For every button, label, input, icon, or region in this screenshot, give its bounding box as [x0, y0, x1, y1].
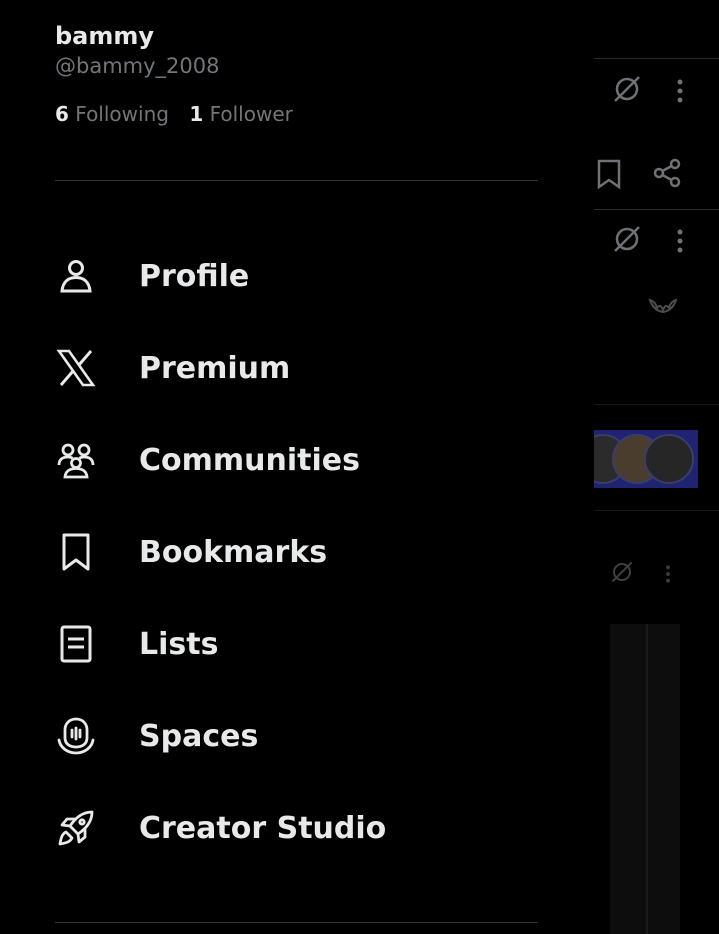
side-drawer: bammy @bammy_2008 6 Following 1 Follower… — [0, 0, 594, 934]
menu-label: Bookmarks — [139, 534, 328, 570]
followers-label: Follower — [209, 102, 293, 126]
menu-label: Premium — [139, 350, 291, 386]
menu-label: Lists — [139, 626, 219, 662]
divider — [594, 209, 719, 210]
bookmark-icon[interactable] — [596, 158, 622, 190]
bat-icon — [648, 296, 678, 314]
menu-label: Communities — [139, 442, 360, 478]
menu-label: Creator Studio — [139, 810, 387, 846]
communities-icon — [55, 439, 97, 481]
follow-stats: 6 Following 1 Follower — [55, 102, 293, 126]
rocket-icon — [55, 807, 97, 849]
divider — [594, 58, 719, 59]
community-avatars[interactable] — [594, 430, 698, 488]
lists-icon — [55, 623, 97, 665]
divider — [594, 404, 719, 405]
user-handle[interactable]: @bammy_2008 — [55, 54, 219, 78]
followers-count: 1 — [189, 102, 204, 126]
person-icon — [55, 255, 97, 297]
grok-icon[interactable] — [610, 560, 634, 584]
more-icon[interactable] — [665, 564, 671, 584]
more-icon[interactable] — [676, 228, 684, 254]
bookmark-icon — [55, 531, 97, 573]
menu-item-premium[interactable]: Premium — [55, 322, 538, 414]
menu-item-communities[interactable]: Communities — [55, 414, 538, 506]
following-link[interactable]: 6 Following — [55, 102, 169, 126]
menu-label: Profile — [139, 258, 250, 294]
media-preview[interactable] — [610, 624, 680, 934]
divider — [55, 180, 538, 181]
divider — [55, 922, 538, 923]
following-label: Following — [75, 102, 169, 126]
following-count: 6 — [55, 102, 69, 126]
menu-item-spaces[interactable]: Spaces — [55, 690, 538, 782]
grok-icon[interactable] — [612, 74, 642, 104]
x-logo-icon — [55, 347, 97, 389]
menu-item-lists[interactable]: Lists — [55, 598, 538, 690]
divider — [594, 510, 719, 511]
background-feed — [594, 0, 719, 934]
share-icon[interactable] — [652, 158, 682, 188]
display-name[interactable]: bammy — [55, 22, 154, 50]
menu-item-creator-studio[interactable]: Creator Studio — [55, 782, 538, 874]
menu-item-bookmarks[interactable]: Bookmarks — [55, 506, 538, 598]
grok-icon[interactable] — [612, 224, 642, 254]
followers-link[interactable]: 1 Follower — [189, 102, 293, 126]
avatar — [644, 434, 694, 484]
spaces-icon — [55, 715, 97, 757]
menu-label: Spaces — [139, 718, 259, 754]
drawer-menu: Profile Premium Communities Bookmarks Li… — [55, 230, 538, 874]
menu-item-profile[interactable]: Profile — [55, 230, 538, 322]
more-icon[interactable] — [676, 78, 684, 104]
divider — [646, 624, 648, 934]
